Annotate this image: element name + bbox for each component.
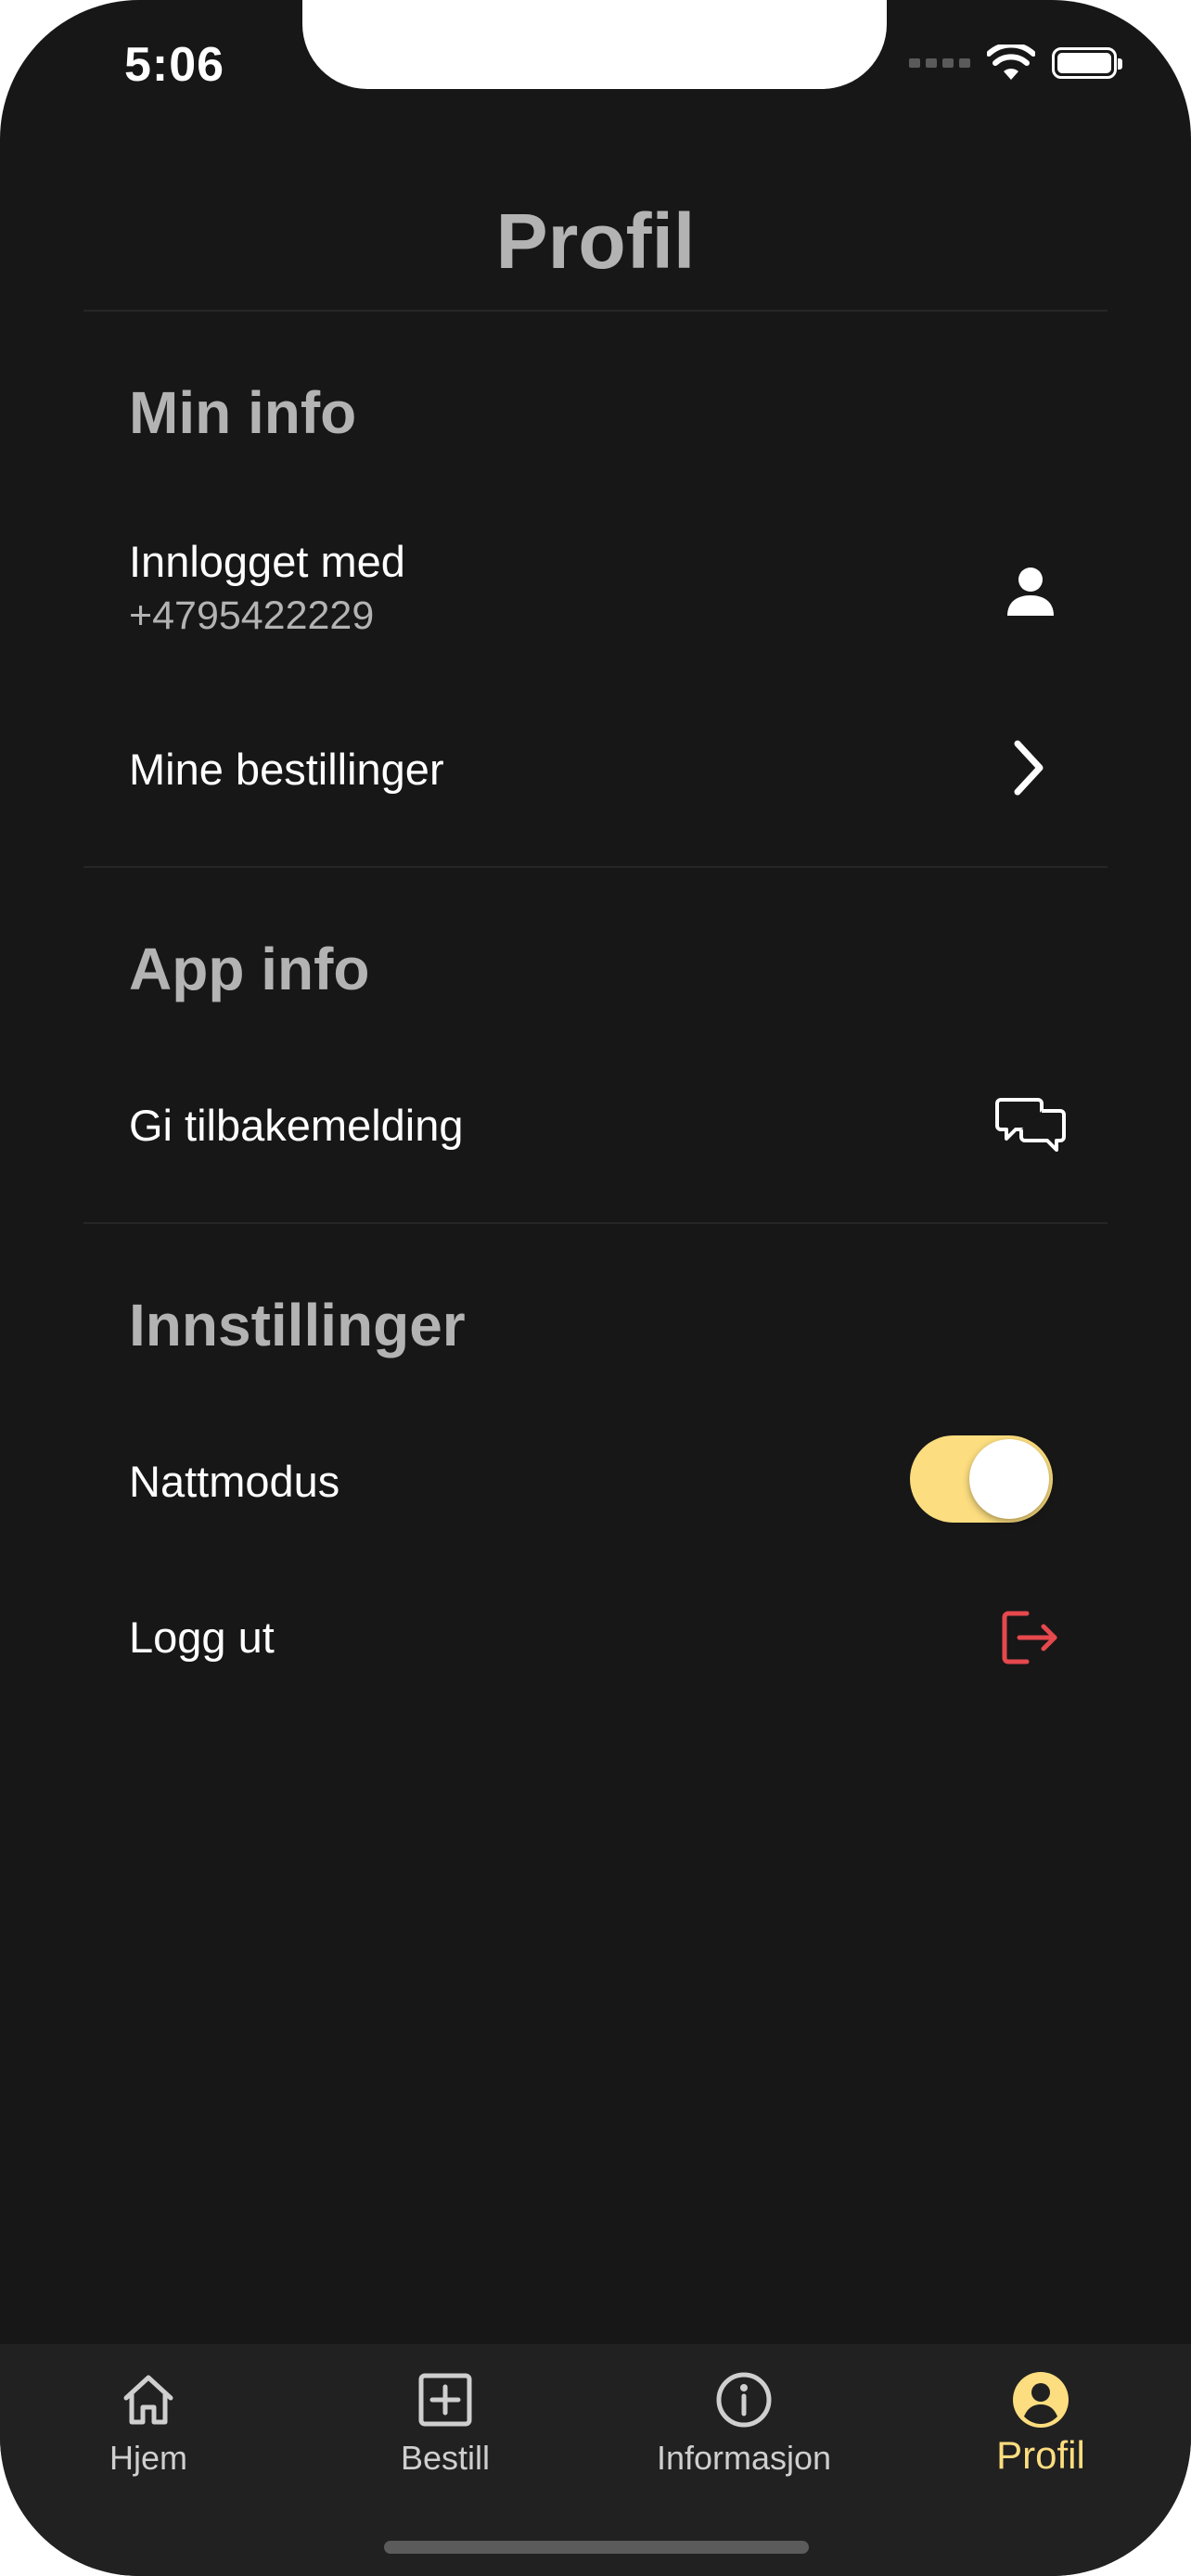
- toggle-knob: [969, 1439, 1049, 1519]
- page-title: Profil: [495, 198, 696, 285]
- cellular-signal-icon: [909, 58, 970, 68]
- night-mode-toggle[interactable]: [910, 1435, 1053, 1523]
- plus-square-icon: [418, 2373, 472, 2427]
- home-indicator: [384, 2541, 809, 2554]
- chat-bubbles-icon[interactable]: [995, 1094, 1066, 1155]
- info-icon: [716, 2372, 772, 2428]
- header-divider: [83, 310, 1108, 312]
- tab-information[interactable]: Informasjon: [596, 2370, 892, 2478]
- section-title-settings: Innstillinger: [129, 1292, 466, 1358]
- tab-order-label: Bestill: [400, 2439, 491, 2477]
- feedback-label: Gi tilbakemelding: [129, 1101, 464, 1150]
- my-orders-row[interactable]: Mine bestillinger: [129, 733, 1057, 807]
- night-mode-label: Nattmodus: [129, 1457, 340, 1506]
- chevron-right-icon[interactable]: [1010, 738, 1047, 797]
- section-divider-2: [83, 1222, 1108, 1224]
- my-orders-label: Mine bestillinger: [129, 745, 444, 794]
- profile-icon: [1013, 2372, 1069, 2428]
- phone-screen: 5:06 Profil Min info Innlogget med +4795…: [0, 0, 1191, 2576]
- tab-profile[interactable]: Profil: [892, 2370, 1189, 2478]
- tab-order[interactable]: Bestill: [297, 2370, 594, 2478]
- status-icons: [909, 45, 1122, 82]
- section-title-app-info: App info: [129, 936, 370, 1002]
- feedback-row[interactable]: Gi tilbakemelding: [129, 1089, 1066, 1163]
- section-divider-1: [83, 866, 1108, 868]
- user-icon: [1007, 567, 1054, 616]
- tab-home[interactable]: Hjem: [0, 2370, 297, 2478]
- status-time: 5:06: [124, 38, 225, 92]
- tab-information-label: Informasjon: [656, 2439, 832, 2477]
- home-icon: [123, 2375, 173, 2425]
- tab-profile-label: Profil: [996, 2433, 1085, 2477]
- logout-row[interactable]: Logg ut: [129, 1600, 1057, 1675]
- logout-icon[interactable]: [1001, 1610, 1060, 1665]
- wifi-icon: [987, 45, 1035, 80]
- section-title-min-info: Min info: [129, 379, 357, 446]
- notch: [302, 0, 887, 89]
- logged-in-phone: +4795422229: [129, 593, 375, 638]
- logout-label: Logg ut: [129, 1613, 275, 1662]
- logged-in-row: Innlogget med +4795422229: [129, 530, 1057, 642]
- tab-home-label: Hjem: [109, 2439, 187, 2477]
- logged-in-label: Innlogget med: [129, 537, 405, 586]
- battery-icon: [1052, 47, 1122, 79]
